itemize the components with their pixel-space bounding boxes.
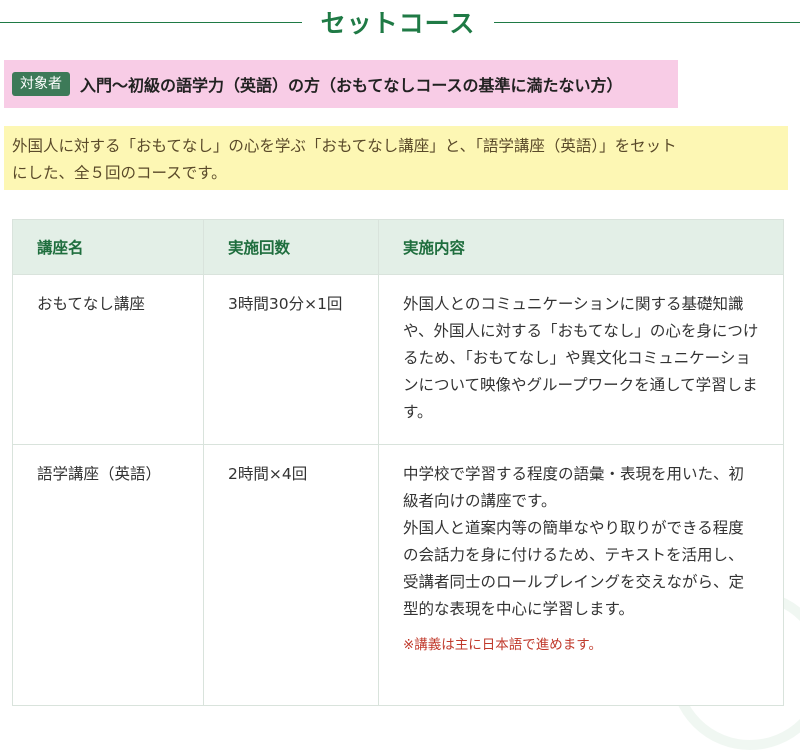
session-count-cell: 2時間×4回 xyxy=(203,444,379,706)
course-description-line2: にした、全５回のコースです。 xyxy=(12,164,227,182)
target-description: 入門～初級の語学力（英語）の方（おもてなしコースの基準に満たない方） xyxy=(80,76,623,95)
course-description-line1: 外国人に対する「おもてなし」の心を学ぶ「おもてなし講座」と、「語学講座（英語）」… xyxy=(12,137,677,155)
table-row: 語学講座（英語） 2時間×4回 中学校で学習する程度の語彙・表現を用いた、初級者… xyxy=(12,444,784,706)
target-badge: 対象者 xyxy=(12,72,70,96)
section-header: セットコース xyxy=(0,0,800,44)
course-table: 講座名 実施回数 実施内容 おもてなし講座 3時間30分×1回 外国人とのコミュ… xyxy=(12,219,784,706)
course-name-cell: 語学講座（英語） xyxy=(12,444,204,706)
course-description: 外国人に対する「おもてなし」の心を学ぶ「おもてなし講座」と、「語学講座（英語）」… xyxy=(4,126,788,190)
course-name-cell: おもてなし講座 xyxy=(12,274,204,445)
header-content: 実施内容 xyxy=(378,219,784,275)
language-note: ※講義は主に日本語で進めます。 xyxy=(403,637,602,653)
target-audience-bar: 対象者 入門～初級の語学力（英語）の方（おもてなしコースの基準に満たない方） xyxy=(4,60,678,108)
content-paragraph-2: 外国人と道案内等の簡単なやり取りができる程度の会話力を身に付けるため、テキストを… xyxy=(403,519,745,618)
content-cell: 中学校で学習する程度の語彙・表現を用いた、初級者向けの講座です。 外国人と道案内… xyxy=(378,444,784,706)
header-session-count: 実施回数 xyxy=(203,219,379,275)
session-count-cell: 3時間30分×1回 xyxy=(203,274,379,445)
table-header-row: 講座名 実施回数 実施内容 xyxy=(12,219,784,275)
header-rule-right xyxy=(494,22,800,23)
table-row: おもてなし講座 3時間30分×1回 外国人とのコミュニケーションに関する基礎知識… xyxy=(12,274,784,445)
content-cell: 外国人とのコミュニケーションに関する基礎知識や、外国人に対する「おもてなし」の心… xyxy=(378,274,784,445)
section-title: セットコース xyxy=(320,9,476,38)
header-rule-left xyxy=(0,22,302,23)
content-paragraph-1: 中学校で学習する程度の語彙・表現を用いた、初級者向けの講座です。 xyxy=(403,465,745,510)
header-course-name: 講座名 xyxy=(12,219,204,275)
